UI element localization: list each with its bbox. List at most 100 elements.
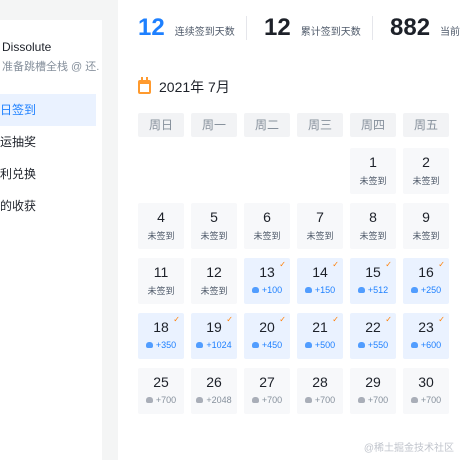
weekday-header-tue: 周二 — [244, 113, 290, 137]
day-number: 27 — [259, 374, 275, 390]
ore-points: +500 — [314, 340, 336, 350]
ore-gem-icon — [251, 397, 259, 403]
ore-reward: +2048 — [191, 395, 237, 405]
ore-gem-icon — [357, 287, 365, 293]
checkmark-icon: ✓ — [332, 260, 339, 269]
divider — [246, 16, 247, 40]
ore-gem-icon — [145, 342, 153, 348]
stat-label: 当前 — [440, 27, 460, 38]
day-number: 26 — [206, 374, 222, 390]
day-cell-29[interactable]: 29 +700 — [350, 368, 396, 414]
day-number: 25 — [153, 374, 169, 390]
day-cell-30[interactable]: 30 +700 — [403, 368, 449, 414]
ore-points: +512 — [367, 285, 389, 295]
day-cell-22[interactable]: 22 +550 ✓ — [350, 313, 396, 359]
ore-points: +700 — [367, 395, 389, 405]
ore-gem-icon — [304, 287, 312, 293]
day-cell-27[interactable]: 27 +700 — [244, 368, 290, 414]
sidebar-item-lucky-draw[interactable]: 运抽奖 — [0, 126, 96, 158]
day-cell-15[interactable]: 15 +512 ✓ — [350, 258, 396, 304]
day-cell-4[interactable]: 4 未签到 — [138, 203, 184, 249]
ore-reward: +700 — [244, 395, 290, 405]
unsigned-label: 未签到 — [306, 231, 334, 241]
day-number: 29 — [365, 374, 381, 390]
stat-value: 882 — [390, 14, 431, 41]
calendar-icon — [138, 77, 151, 94]
day-cell-28[interactable]: 28 +700 — [297, 368, 343, 414]
day-number: 12 — [206, 264, 222, 280]
weekday-header-mon: 周一 — [191, 113, 237, 137]
checkmark-icon: ✓ — [385, 260, 392, 269]
user-motto: 准备跳槽全栈 @ 还... — [2, 61, 100, 73]
unsigned-label: 未签到 — [253, 231, 281, 241]
day-cell-16[interactable]: 16 +250 ✓ — [403, 258, 449, 304]
ore-gem-icon — [410, 342, 418, 348]
stat-label: 连续签到天数 — [174, 27, 235, 38]
day-number: 5 — [210, 209, 218, 225]
day-cell-12[interactable]: 12 未签到 — [191, 258, 237, 304]
day-number: 8 — [369, 209, 377, 225]
ore-gem-icon — [357, 342, 365, 348]
user-name[interactable]: Dissolute — [2, 40, 51, 54]
stat-consecutive-days: 12 连续签到天数 — [138, 14, 235, 44]
day-number: 28 — [312, 374, 328, 390]
day-number: 9 — [422, 209, 430, 225]
day-cell-9[interactable]: 9 未签到 — [403, 203, 449, 249]
checkmark-icon: ✓ — [438, 260, 445, 269]
ore-gem-icon — [251, 342, 259, 348]
day-cell-14[interactable]: 14 +150 ✓ — [297, 258, 343, 304]
stat-label: 累计签到天数 — [300, 27, 361, 38]
day-cell-8[interactable]: 8 未签到 — [350, 203, 396, 249]
unsigned-label: 未签到 — [200, 286, 228, 296]
checkmark-icon: ✓ — [385, 315, 392, 324]
weekday-header-thu: 周四 — [350, 113, 396, 137]
sidebar: Dissolute 准备跳槽全栈 @ 还... 日签到 运抽奖 利兑换 的收获 — [0, 20, 102, 460]
stat-value: 12 — [138, 14, 165, 41]
unsigned-label: 未签到 — [359, 231, 387, 241]
ore-reward: +700 — [403, 395, 449, 405]
unsigned-label: 未签到 — [412, 176, 440, 186]
weekday-header-wed: 周三 — [297, 113, 343, 137]
day-cell-26[interactable]: 26 +2048 — [191, 368, 237, 414]
day-number: 7 — [316, 209, 324, 225]
sidebar-item-daily-checkin[interactable]: 日签到 — [0, 94, 96, 126]
ore-gem-icon — [304, 342, 312, 348]
ore-gem-icon — [251, 287, 259, 293]
day-cell-20[interactable]: 20 +450 ✓ — [244, 313, 290, 359]
day-cell-21[interactable]: 21 +500 ✓ — [297, 313, 343, 359]
day-cell-11[interactable]: 11 未签到 — [138, 258, 184, 304]
day-cell-6[interactable]: 6 未签到 — [244, 203, 290, 249]
weekday-header-fri: 周五 — [403, 113, 449, 137]
checkmark-icon: ✓ — [173, 315, 180, 324]
checkmark-icon: ✓ — [332, 315, 339, 324]
day-cell-5[interactable]: 5 未签到 — [191, 203, 237, 249]
sidebar-item-my-harvest[interactable]: 的收获 — [0, 190, 96, 222]
unsigned-label: 未签到 — [147, 231, 175, 241]
day-cell-7[interactable]: 7 未签到 — [297, 203, 343, 249]
ore-points: +600 — [420, 340, 442, 350]
checkmark-icon: ✓ — [226, 315, 233, 324]
stat-total-days: 12 累计签到天数 — [264, 14, 361, 44]
unsigned-label: 未签到 — [359, 176, 387, 186]
ore-reward: +350 — [138, 340, 184, 350]
ore-points: +150 — [314, 285, 336, 295]
day-number: 6 — [263, 209, 271, 225]
ore-points: +700 — [314, 395, 336, 405]
day-cell-13[interactable]: 13 +100 ✓ — [244, 258, 290, 304]
day-cell-23[interactable]: 23 +600 ✓ — [403, 313, 449, 359]
day-cell-2[interactable]: 2 未签到 — [403, 148, 449, 194]
day-cell-25[interactable]: 25 +700 — [138, 368, 184, 414]
sidebar-item-rewards-exchange[interactable]: 利兑换 — [0, 158, 96, 190]
ore-gem-icon — [357, 397, 365, 403]
day-number: 11 — [153, 264, 169, 280]
ore-reward: +700 — [138, 395, 184, 405]
day-cell-18[interactable]: 18 +350 ✓ — [138, 313, 184, 359]
weekday-header-sun: 周日 — [138, 113, 184, 137]
day-cell-1[interactable]: 1 未签到 — [350, 148, 396, 194]
day-number: 30 — [418, 374, 434, 390]
day-number: 4 — [157, 209, 165, 225]
ore-reward: +500 — [297, 340, 343, 350]
ore-points: +700 — [155, 395, 177, 405]
day-cell-19[interactable]: 19 +1024 ✓ — [191, 313, 237, 359]
day-number: 1 — [369, 154, 377, 170]
